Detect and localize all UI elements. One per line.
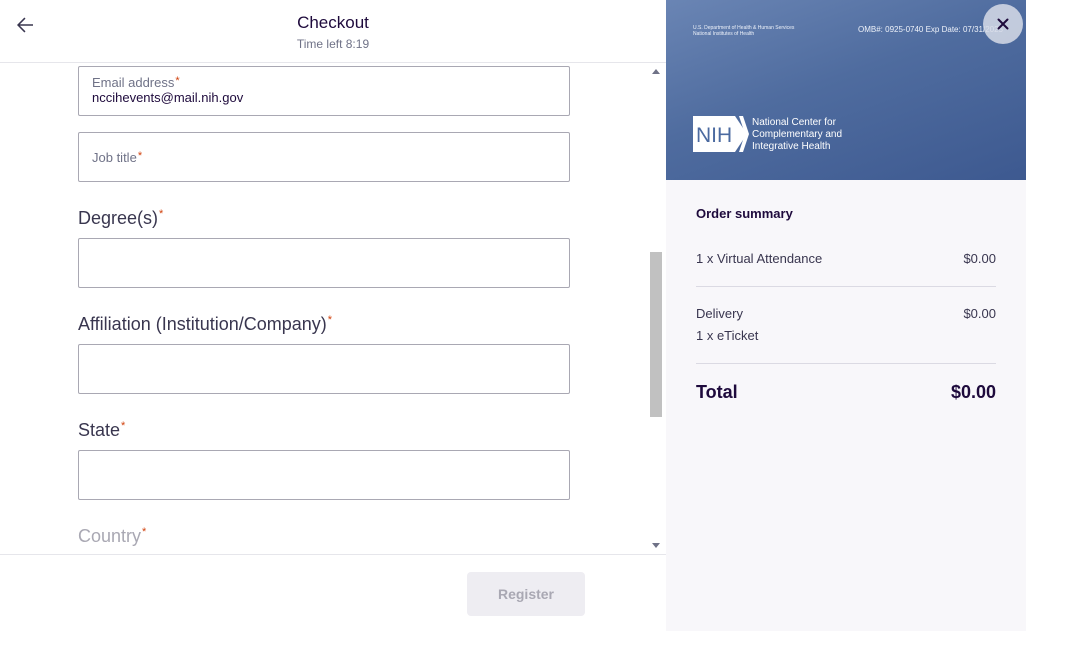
total-row: Total $0.00 (696, 382, 996, 403)
degrees-label: Degree(s)* (78, 208, 164, 228)
page-title: Checkout (297, 13, 369, 32)
scroll-down-icon[interactable] (652, 543, 660, 548)
close-button[interactable] (983, 4, 1023, 44)
line-item: 1 x Virtual Attendance $0.00 (696, 251, 996, 266)
institute-line-1: National Center for (752, 117, 836, 128)
state-input[interactable] (78, 450, 570, 500)
line-item-price: $0.00 (963, 251, 996, 266)
register-button[interactable]: Register (467, 572, 585, 616)
job-title-field[interactable]: Job title* (78, 132, 570, 182)
divider (696, 286, 996, 287)
delivery-label: Delivery (696, 306, 743, 321)
state-label: State* (78, 420, 126, 440)
time-left: Time left 8:19 (296, 37, 370, 51)
checkout-header: Checkout Time left 8:19 (0, 0, 666, 63)
order-summary-panel: U.S. Department of Health & Human Servic… (666, 0, 1026, 631)
scroll-up-icon[interactable] (652, 69, 660, 74)
email-label: Email address* (92, 75, 180, 90)
country-label: Country* (78, 526, 147, 546)
institute-line-2: Complementary and (752, 129, 843, 140)
email-value: nccihevents@mail.nih.gov (92, 90, 244, 105)
event-banner: U.S. Department of Health & Human Servic… (666, 0, 1026, 180)
email-field[interactable]: Email address* nccihevents@mail.nih.gov (78, 66, 570, 116)
form-scroll-area[interactable]: Email address* nccihevents@mail.nih.gov … (0, 63, 666, 554)
delivery-row: Delivery $0.00 (696, 306, 996, 321)
omb-text: OMB#: 0925-0740 Exp Date: 07/31/2025 (858, 25, 1003, 34)
nih-logo-text: NIH (696, 124, 732, 147)
line-item-label: 1 x Virtual Attendance (696, 251, 823, 266)
institute-name: National Center for Complementary and In… (752, 117, 862, 153)
close-icon (997, 18, 1009, 30)
affiliation-label: Affiliation (Institution/Company)* (78, 314, 333, 334)
total-label: Total (696, 382, 738, 402)
scrollbar-thumb[interactable] (650, 252, 662, 417)
checkout-panel: Checkout Time left 8:19 Email address* n… (0, 0, 666, 632)
form-scrollbar[interactable] (648, 63, 664, 554)
degrees-input[interactable] (78, 238, 570, 288)
affiliation-input[interactable] (78, 344, 570, 394)
institute-line-3: Integrative Health (752, 141, 831, 152)
total-price: $0.00 (950, 382, 996, 402)
department-text: U.S. Department of Health & Human Servic… (693, 25, 823, 37)
delivery-price: $0.00 (963, 306, 996, 321)
delivery-detail: 1 x eTicket (696, 328, 759, 343)
order-summary-title: Order summary (696, 206, 793, 221)
divider (696, 363, 996, 364)
job-title-label: Job title* (92, 150, 143, 165)
nih-logo-icon: NIH (693, 116, 749, 152)
checkout-footer: Register (0, 554, 666, 632)
dept-line-2: National Institutes of Health (693, 31, 755, 37)
